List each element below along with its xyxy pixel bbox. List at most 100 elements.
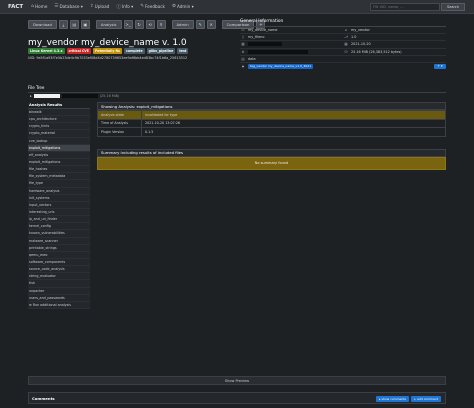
tag-badge: glibc_pipeline (146, 48, 176, 54)
search-button[interactable]: Search (441, 3, 465, 11)
file-name: my_fileno (248, 35, 265, 40)
tag-icon: ⚑ (241, 64, 245, 69)
sidebar-item[interactable]: string_evaluator (28, 273, 90, 281)
sidebar-item[interactable]: source_code_analysis (28, 266, 90, 274)
firmware-uid: UID: 9e5f1a93f7e5b23de4c9b7033ef08d4d278… (28, 56, 188, 60)
sidebar-item[interactable]: tlsh (28, 280, 90, 288)
sidebar-item[interactable]: unpacker (28, 287, 90, 295)
device-icon: ▭ (241, 28, 245, 33)
table-key: Time of Analysis (97, 118, 142, 128)
release-date: 2021-10-20 (351, 42, 371, 47)
sidebar-item[interactable]: qemu_exec (28, 251, 90, 259)
file-tree-root[interactable]: ▸ (25.16 MiB) (28, 92, 446, 99)
table-key: Analysis state (97, 110, 142, 120)
tag-selector[interactable]: tag_vendor my_device_name_v1.0_2021 (248, 64, 314, 70)
redacted-part (248, 42, 282, 47)
sidebar-item[interactable]: crypto_material (28, 130, 90, 138)
redacted-hash (248, 49, 308, 54)
redacted-root-name (33, 94, 60, 98)
size-icon: ⛁ (344, 49, 348, 54)
nav-icon: ⚙ (171, 4, 176, 9)
nav-label: Info ▾ (121, 4, 134, 9)
sidebar-item[interactable]: input_vectors (28, 201, 90, 209)
nav-icon: ⓘ (116, 4, 121, 10)
summary-title: Summary including results of included fi… (97, 148, 446, 157)
nav-item-4[interactable]: ✎ Feedback (140, 4, 165, 10)
update-analysis-icon[interactable]: ⟲ (145, 20, 155, 29)
sidebar-item[interactable]: printable_strings (28, 244, 90, 252)
sidebar-item[interactable]: exploit_mitigations (28, 144, 90, 152)
add-comment-button[interactable]: + add comment (410, 396, 441, 402)
sidebar-item[interactable]: binwalk (28, 109, 90, 117)
nav-icon: ✎ (140, 4, 144, 9)
file-tree: File Tree ▸ (25.16 MiB) (28, 85, 446, 99)
table-value: 0.1.5 (141, 127, 446, 137)
vendor-name: my_vendor (351, 28, 370, 33)
tag-badges: Linux Kernel 4.3.x critical CVE Potentiall… (28, 48, 189, 54)
version: 1.0 (351, 35, 357, 40)
show-comments-button[interactable]: ▸ show comments (376, 396, 409, 402)
file-tree-heading: File Tree (28, 85, 45, 90)
sidebar-item[interactable]: crypto_hints (28, 123, 90, 131)
general-information: General Information ▭ my_device_name ⌂ my_… (240, 19, 446, 79)
nav-icon: ⇪ (89, 4, 94, 9)
sidebar-item[interactable]: file_hashes (28, 166, 90, 174)
terminal-icon[interactable]: >_ (123, 20, 133, 29)
nav-item-0[interactable]: ⌂ Home (31, 4, 47, 10)
sidebar-item[interactable]: ⊕ Run additional analysis (28, 301, 90, 309)
sidebar-item[interactable]: file_type (28, 180, 90, 188)
admin-button[interactable]: Admin (171, 20, 194, 29)
table-row: Plugin Version 0.1.5 (97, 127, 446, 137)
refresh-icon[interactable]: ↻ (134, 20, 144, 29)
sidebar-item[interactable]: exploit_mitigations (28, 158, 90, 167)
tag-badge: complete (123, 48, 145, 54)
add-tag-button[interactable]: + ▾ (434, 64, 446, 70)
device-name: my_device_name (248, 28, 278, 33)
sidebar-item[interactable]: init_systems (28, 194, 90, 202)
nav-item-5[interactable]: ⚙ Admin ▾ (172, 4, 194, 10)
sidebar-item[interactable]: elf_analysis (28, 151, 90, 159)
download-pdf-icon[interactable]: ▣ (80, 20, 90, 29)
sidebar-item[interactable]: interesting_uris (28, 208, 90, 217)
analysis-panel: Showing Analysis: exploit_mitigations An… (97, 102, 446, 170)
sidebar-item[interactable]: cpu_architecture (28, 116, 90, 124)
sidebar-item[interactable]: kernel_config (28, 223, 90, 231)
filetype-icon: ▤ (241, 56, 245, 61)
sidebar-item[interactable]: malware_scanner (28, 237, 90, 245)
table-row: Time of Analysis 2021-10-20 13:07:26 (97, 118, 446, 128)
nav-item-2[interactable]: ⇪ Upload (90, 4, 109, 10)
nav-icon: ☰ (54, 4, 59, 9)
sidebar-item[interactable]: cve_lookup (28, 137, 90, 145)
pin-icon[interactable]: ⚲ (156, 20, 166, 29)
table-value: 2021-10-20 13:07:26 (141, 118, 446, 128)
delete-icon[interactable]: ✕ (206, 20, 216, 29)
download-json-icon[interactable]: ▤ (69, 20, 79, 29)
tag-badge: test (177, 48, 189, 54)
nav-label: Admin ▾ (176, 4, 194, 9)
summary-empty-warning: No summary found (97, 156, 446, 170)
edit-icon[interactable]: ✎ (195, 20, 205, 29)
tag-badge: Potentially fix (92, 48, 122, 54)
file-icon: ▯ (242, 35, 244, 40)
nav-item-3[interactable]: ⓘ Info ▾ (116, 4, 133, 10)
nav-icon: ⌂ (31, 4, 35, 9)
nav-item-1[interactable]: ☰ Database ▾ (54, 4, 82, 10)
version-icon: ⎇ (343, 35, 349, 40)
calendar-icon: ▦ (344, 42, 348, 47)
sidebar-item[interactable]: users_and_passwords (28, 294, 90, 302)
analysis-table: Analysis state invalidated for type Time… (97, 110, 446, 137)
sidebar-item[interactable]: ip_and_uri_finder (28, 216, 90, 224)
brand-logo[interactable]: FACT (8, 4, 23, 10)
analysis-button[interactable]: Analysis (95, 20, 122, 29)
firmware-title: my_vendor my_device_name v. 1.0 (28, 38, 187, 48)
chevron-right-icon[interactable]: ▸ (30, 94, 32, 98)
show-preview-button[interactable]: Show Preview (28, 376, 446, 385)
sidebar-item[interactable]: software_components (28, 258, 90, 267)
part-icon: ▦ (241, 42, 245, 47)
sidebar-item[interactable]: file_system_metadata (28, 173, 90, 181)
download-button[interactable]: Download (28, 20, 57, 29)
search-input[interactable]: FW UID, name, ... (370, 3, 440, 11)
sidebar-item[interactable]: known_vulnerabilities (28, 230, 90, 238)
download-tar-icon[interactable]: ⤓ (58, 20, 68, 29)
sidebar-item[interactable]: hardware_analysis (28, 187, 90, 195)
